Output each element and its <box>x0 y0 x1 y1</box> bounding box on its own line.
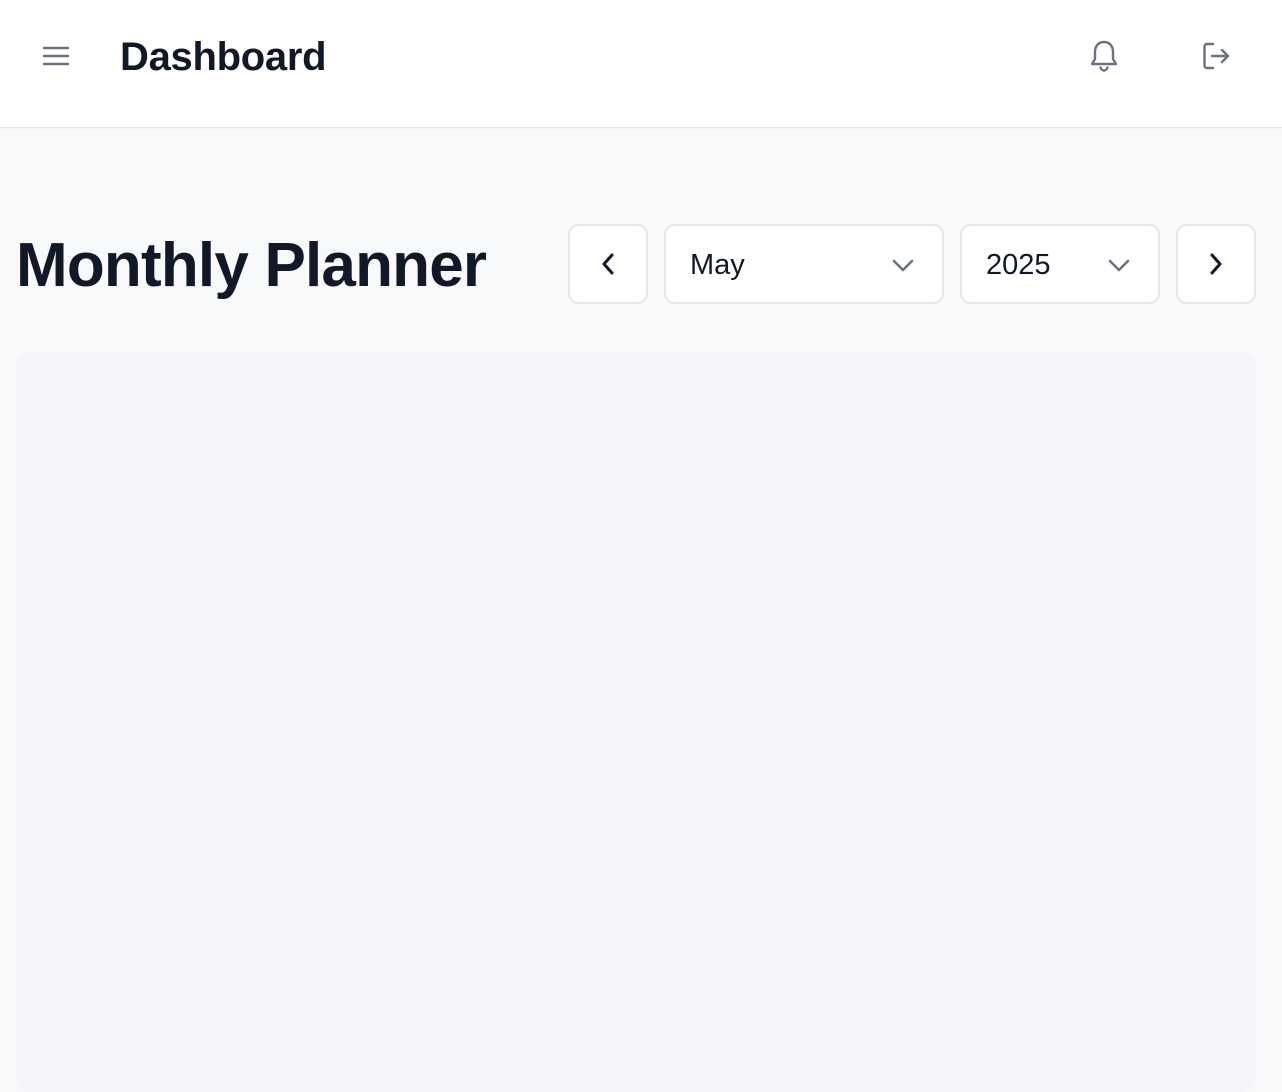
month-select-value: May <box>690 249 745 281</box>
chevron-down-icon <box>1108 259 1130 272</box>
calendar-panel <box>16 352 1256 1092</box>
month-select[interactable]: May <box>664 224 944 304</box>
year-select-value: 2025 <box>986 249 1051 281</box>
logout-button[interactable] <box>1192 32 1240 80</box>
menu-button[interactable] <box>32 34 80 78</box>
logout-icon <box>1203 42 1230 70</box>
chevron-right-icon <box>1210 253 1222 275</box>
previous-month-button[interactable] <box>568 224 648 304</box>
year-select[interactable]: 2025 <box>960 224 1160 304</box>
hamburger-menu-icon <box>43 46 69 66</box>
top-bar: Dashboard <box>0 0 1282 128</box>
page-title: Monthly Planner <box>16 231 487 300</box>
chevron-down-icon <box>892 259 914 272</box>
app-title: Dashboard <box>120 35 327 79</box>
chevron-left-icon <box>602 253 614 275</box>
bell-icon <box>1090 40 1118 72</box>
next-month-button[interactable] <box>1176 224 1256 304</box>
notifications-button[interactable] <box>1080 32 1128 80</box>
